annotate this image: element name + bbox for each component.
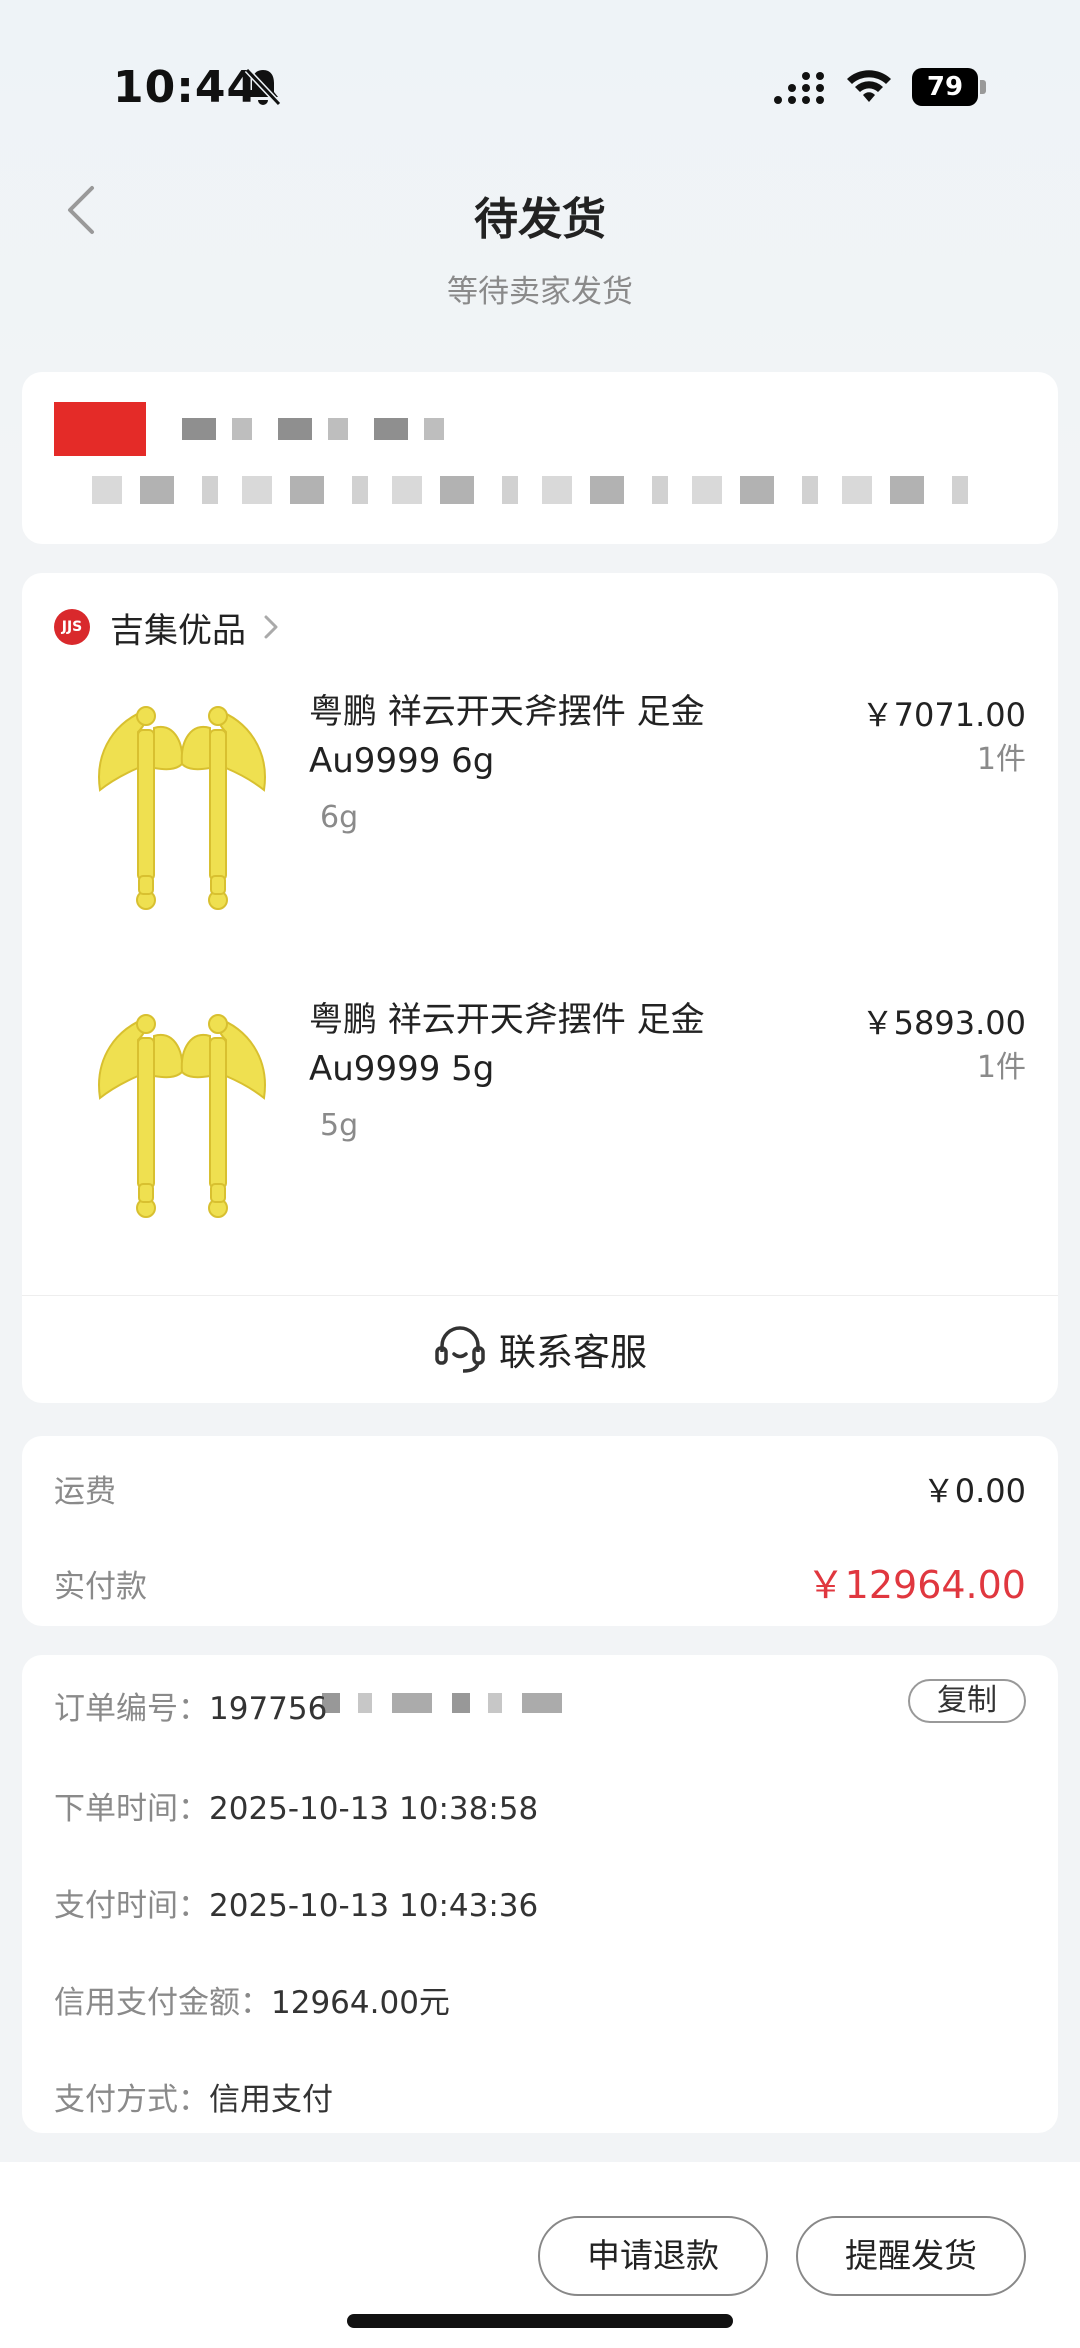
product-spec: 5g — [320, 1108, 359, 1143]
product-title: 粤鹏 祥云开天斧摆件 足金 Au9999 6g — [309, 692, 705, 781]
redacted-avatar — [54, 402, 146, 456]
shop-header[interactable]: JJS 吉集优品 — [54, 603, 282, 651]
product-spec: 6g — [320, 800, 359, 835]
product-quantity: 1件 — [976, 742, 1026, 777]
bell-slash-icon — [244, 67, 282, 107]
wifi-icon — [847, 70, 891, 102]
order-number-row: 订单编号：197756 — [54, 1683, 327, 1728]
page-title: 待发货 — [474, 194, 606, 245]
paid-label: 实付款 — [54, 1569, 147, 1605]
shipping-label: 运费 — [54, 1474, 116, 1510]
copy-button[interactable]: 复制 — [908, 1679, 1026, 1723]
order-info-card: 订单编号：197756 复制 下单时间：2025-10-13 10:38:58 … — [22, 1655, 1058, 2133]
pay-method-value: 信用支付 — [209, 2082, 333, 2118]
order-time-label: 下单时间： — [54, 1791, 209, 1827]
headset-icon — [435, 1326, 485, 1373]
order-number-value: 197756 — [209, 1691, 328, 1727]
shop-logo: JJS — [54, 609, 90, 645]
pay-time-row: 支付时间：2025-10-13 10:43:36 — [54, 1880, 538, 1925]
product-item[interactable]: 粤鹏 祥云开天斧摆件 足金 Au9999 5g 5g ￥5893.00 1件 — [22, 996, 1058, 1246]
product-quantity: 1件 — [976, 1050, 1026, 1085]
order-number-label: 订单编号： — [54, 1691, 209, 1727]
redacted-address — [92, 476, 972, 504]
redacted-name — [182, 418, 462, 440]
contact-service-label: 联系客服 — [499, 1331, 647, 1374]
fee-card: 运费 ￥0.00 实付款 ￥12964.00 — [22, 1436, 1058, 1626]
address-card[interactable] — [22, 372, 1058, 544]
credit-amount-row: 信用支付金额：12964.00元 — [54, 1977, 450, 2022]
pay-time-value: 2025-10-13 10:43:36 — [209, 1888, 539, 1924]
gold-axe-image — [98, 706, 266, 910]
pay-time-label: 支付时间： — [54, 1888, 209, 1924]
battery-level: 79 — [912, 68, 978, 106]
pay-method-row: 支付方式：信用支付 — [54, 2074, 333, 2119]
battery-icon: 79 — [912, 68, 986, 106]
home-indicator — [347, 2314, 733, 2328]
product-title: 粤鹏 祥云开天斧摆件 足金 Au9999 5g — [309, 1000, 705, 1089]
credit-amount-value: 12964.00元 — [271, 1985, 450, 2021]
status-time: 10:44 — [113, 62, 259, 113]
shipping-value: ￥0.00 — [922, 1472, 1026, 1510]
remind-shipping-button[interactable]: 提醒发货 — [796, 2216, 1026, 2296]
signal-icon — [774, 72, 824, 104]
product-price: ￥5893.00 — [861, 1004, 1026, 1042]
paid-value: ￥12964.00 — [806, 1563, 1026, 1607]
page-subtitle: 等待卖家发货 — [447, 274, 633, 310]
products-card: JJS 吉集优品 粤鹏 祥云开天斧摆件 足金 Au9999 6g 6g ￥707… — [22, 573, 1058, 1403]
pay-method-label: 支付方式： — [54, 2082, 209, 2118]
credit-amount-label: 信用支付金额： — [54, 1985, 271, 2021]
redacted-order-number — [322, 1693, 562, 1713]
chevron-right-icon — [264, 615, 278, 639]
product-item[interactable]: 粤鹏 祥云开天斧摆件 足金 Au9999 6g 6g ￥7071.00 1件 — [22, 688, 1058, 938]
refund-button[interactable]: 申请退款 — [538, 2216, 768, 2296]
shop-name: 吉集优品 — [110, 610, 246, 651]
order-time-value: 2025-10-13 10:38:58 — [209, 1791, 539, 1827]
order-time-row: 下单时间：2025-10-13 10:38:58 — [54, 1783, 538, 1828]
bottom-action-bar: 申请退款 提醒发货 — [0, 2162, 1080, 2348]
battery-tip — [980, 80, 986, 94]
contact-service-button[interactable]: 联系客服 — [22, 1295, 1058, 1403]
status-bar: 10:44 79 — [0, 0, 1080, 175]
product-price: ￥7071.00 — [861, 696, 1026, 734]
gold-axe-image — [98, 1014, 266, 1218]
